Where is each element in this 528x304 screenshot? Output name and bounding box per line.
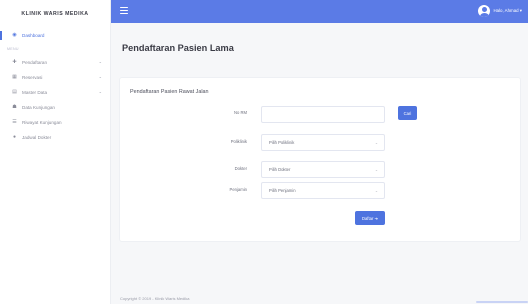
user-avatar-icon <box>478 5 491 17</box>
sidebar-item-dashboard[interactable]: ◉ Dashboard <box>0 28 110 43</box>
chevron-down-icon: ⌄ <box>374 168 378 172</box>
chevron-down-icon: ⌄ <box>98 74 102 79</box>
footer-copyright: Copyright © 2019 - Klinik Waris Medika <box>120 296 190 301</box>
user-plus-icon: ✚ <box>12 59 17 65</box>
no-rm-label: No RM <box>233 110 247 115</box>
penjamin-select[interactable]: Pilih Penjamin ⌄ <box>261 182 385 199</box>
tachometer-icon: ◉ <box>12 32 17 38</box>
sidebar-item-pendaftaran[interactable]: ✚ Pendaftaran ⌄ <box>0 55 110 70</box>
topbar: Halo, Ahmad ▾ <box>111 0 528 23</box>
penjamin-selected-value: Pilih Penjamin <box>269 188 296 193</box>
hamburger-menu-icon[interactable] <box>120 7 128 14</box>
sidebar-item-data-kunjungan[interactable]: ☗ Data Kunjungan <box>0 100 110 115</box>
card-title: Pendaftaran Pasien Rawat Jalan <box>130 89 209 95</box>
no-rm-input[interactable] <box>261 106 385 123</box>
list-icon: ☰ <box>12 119 17 125</box>
page-title: Pendaftaran Pasien Lama <box>122 43 234 53</box>
horizontal-scrollbar[interactable] <box>476 301 528 303</box>
dokter-selected-value: Pilih Dokter <box>269 167 291 172</box>
database-icon: ▤ <box>12 89 17 95</box>
user-menu[interactable]: Halo, Ahmad ▾ <box>478 4 522 18</box>
sidebar-item-label: Jadwal Dokter <box>22 135 52 140</box>
sidebar-item-master-data[interactable]: ▤ Master Data ⌄ <box>0 85 110 100</box>
brand-logo[interactable]: KLINIK WARIS MEDIKA <box>0 0 110 28</box>
poliklinik-select[interactable]: Pilih Poliklinik ⌄ <box>261 134 385 151</box>
poliklinik-label: Poliklinik <box>230 139 247 144</box>
sidebar-section-heading: MENU <box>7 47 19 51</box>
sidebar-item-label: Dashboard <box>22 33 45 38</box>
clock-icon: ● <box>12 134 17 140</box>
sidebar-item-jadwal-dokter[interactable]: ● Jadwal Dokter <box>0 130 110 145</box>
sidebar-item-label: Pendaftaran <box>22 60 48 65</box>
chevron-down-icon: ⌄ <box>98 89 102 94</box>
sidebar: KLINIK WARIS MEDIKA ◉ Dashboard MENU ✚ P… <box>0 0 111 304</box>
cari-button[interactable]: Cari <box>398 106 417 120</box>
chevron-down-icon: ⌄ <box>374 189 378 193</box>
user-greeting: Halo, Ahmad ▾ <box>493 8 522 13</box>
penjamin-label: Penjamin <box>229 187 247 192</box>
sidebar-item-label: Reservasi <box>22 75 43 80</box>
chevron-down-icon: ⌄ <box>374 141 378 145</box>
sidebar-item-label: Data Kunjungan <box>22 105 55 110</box>
users-icon: ☗ <box>12 104 17 110</box>
sidebar-item-label: Riwayat Kunjungan <box>22 120 62 125</box>
sidebar-item-label: Master Data <box>22 90 48 95</box>
sidebar-item-riwayat-kunjungan[interactable]: ☰ Riwayat Kunjungan <box>0 115 110 130</box>
poliklinik-selected-value: Pilih Poliklinik <box>269 140 295 145</box>
dokter-label: Dokter <box>234 166 247 171</box>
chevron-down-icon: ⌄ <box>98 59 102 64</box>
registration-card: Pendaftaran Pasien Rawat Jalan <box>120 78 520 241</box>
sidebar-item-reservasi[interactable]: ▦ Reservasi ⌄ <box>0 70 110 85</box>
dokter-select[interactable]: Pilih Dokter ⌄ <box>261 161 385 178</box>
daftar-submit-button[interactable]: Daftar ➔ <box>355 211 385 225</box>
calendar-icon: ▦ <box>12 74 17 80</box>
